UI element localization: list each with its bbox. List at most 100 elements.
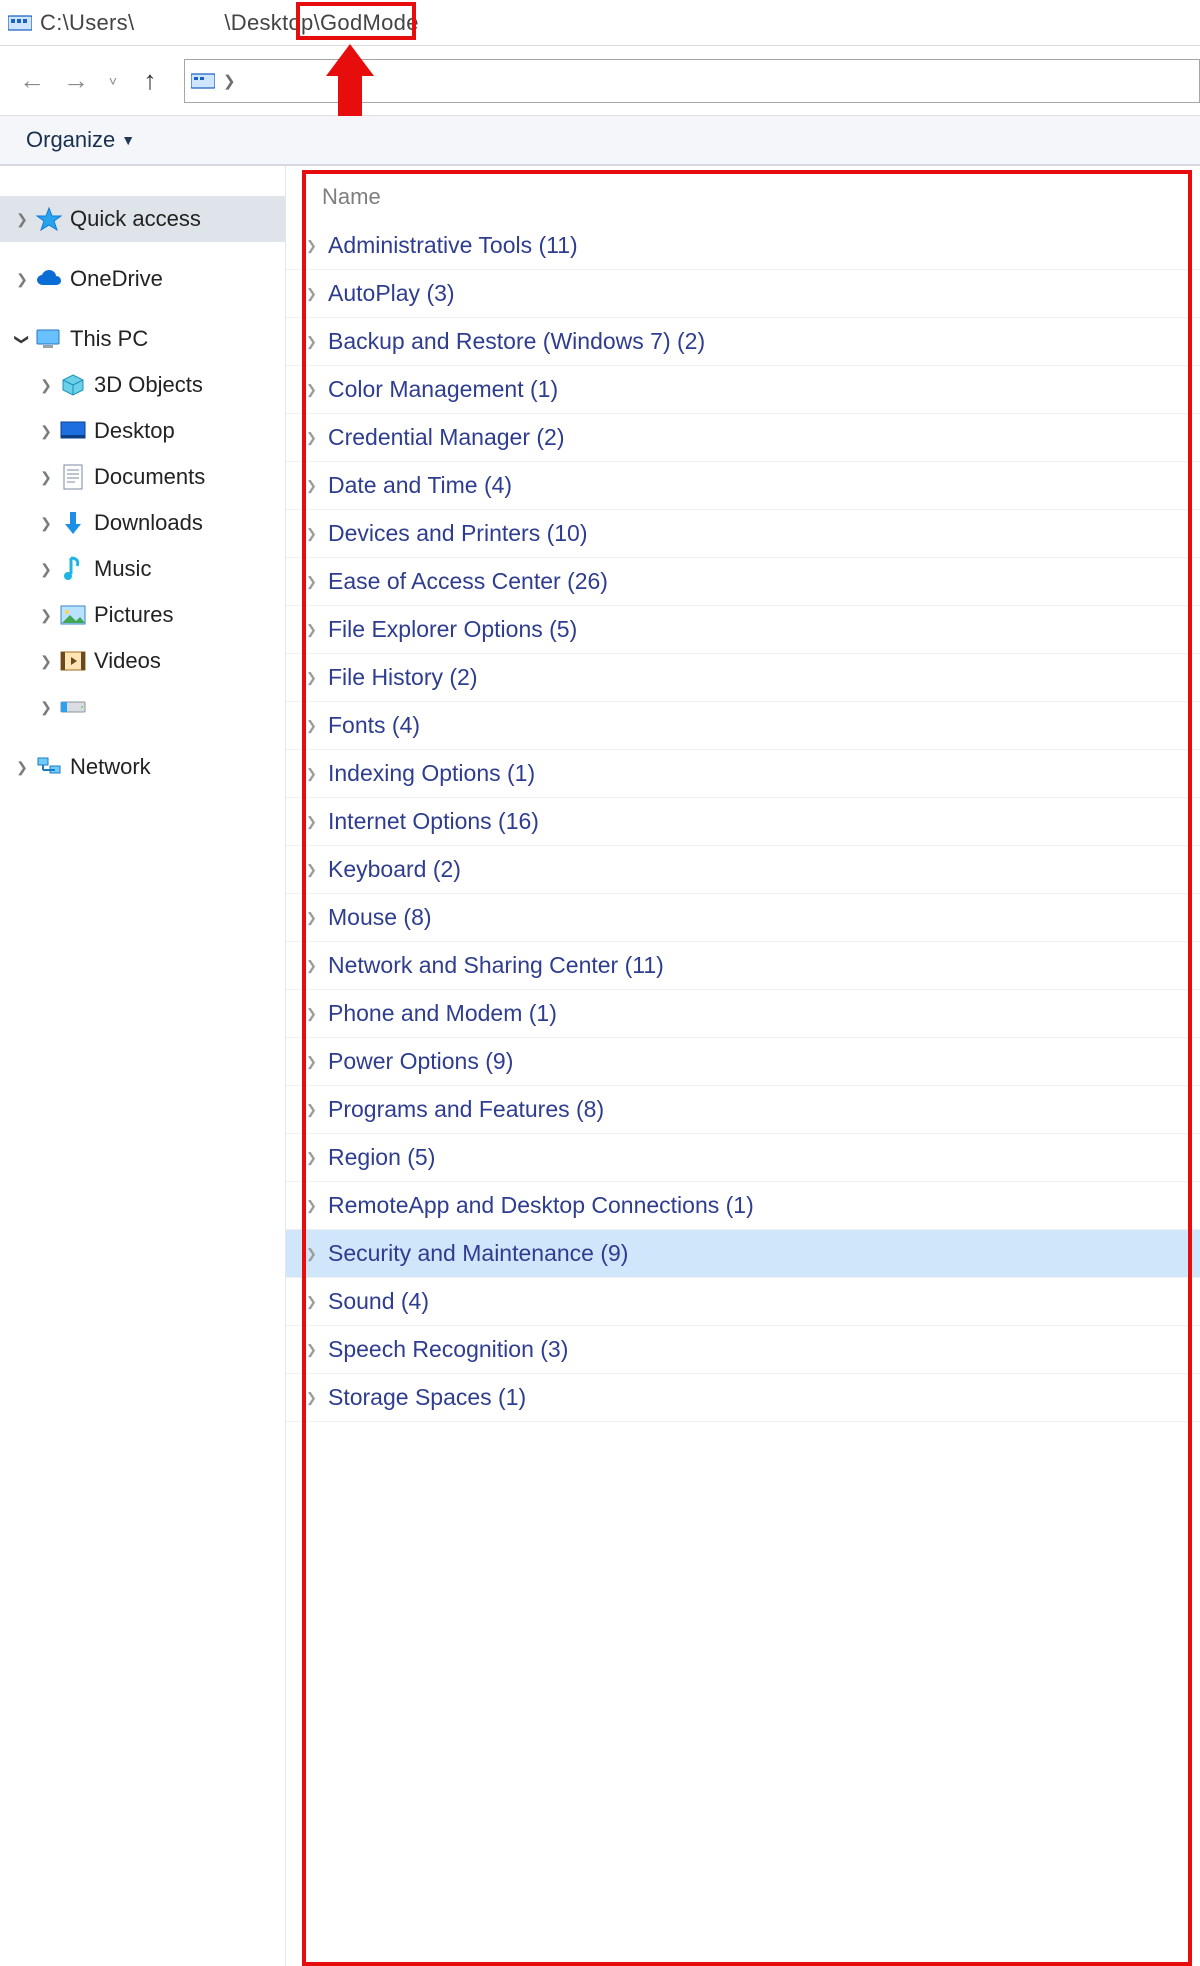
file-group-row[interactable]: ❯Power Options (9) (286, 1038, 1200, 1086)
file-group-row[interactable]: ❯Mouse (8) (286, 894, 1200, 942)
chevron-right-icon: ❯ (306, 574, 324, 590)
cube-icon (58, 372, 88, 398)
file-group-row[interactable]: ❯Programs and Features (8) (286, 1086, 1200, 1134)
chevron-right-icon: ❯ (306, 718, 324, 734)
file-group-row[interactable]: ❯Phone and Modem (1) (286, 990, 1200, 1038)
chevron-right-icon: ❯ (306, 1246, 324, 1262)
file-group-label: Devices and Printers (10) (328, 520, 588, 547)
navpane-label: Documents (94, 464, 205, 490)
file-group-label: RemoteApp and Desktop Connections (1) (328, 1192, 754, 1219)
file-list-pane: Name ❯Administrative Tools (11)❯AutoPlay… (286, 166, 1200, 1966)
pictures-icon (58, 602, 88, 628)
file-group-label: Storage Spaces (1) (328, 1384, 526, 1411)
navpane-label: OneDrive (70, 266, 163, 292)
caret-down-icon: ▼ (121, 132, 135, 148)
navpane-label: Videos (94, 648, 161, 674)
file-group-label: Network and Sharing Center (11) (328, 952, 664, 979)
chevron-right-icon: ❯ (34, 515, 58, 532)
recent-locations-button[interactable]: ˅ (98, 59, 128, 103)
file-group-row[interactable]: ❯AutoPlay (3) (286, 270, 1200, 318)
control-panel-icon (6, 12, 34, 34)
file-group-label: Sound (4) (328, 1288, 429, 1315)
chevron-right-icon: ❯ (306, 862, 324, 878)
chevron-right-icon: ❯ (306, 1342, 324, 1358)
file-group-row[interactable]: ❯Storage Spaces (1) (286, 1374, 1200, 1422)
file-group-label: Power Options (9) (328, 1048, 513, 1075)
chevron-right-icon: ❯ (34, 469, 58, 486)
chevron-right-icon: ❯ (34, 699, 58, 716)
nav-toolbar: ← → ˅ ↑ ❯ (0, 46, 1200, 116)
file-group-row[interactable]: ❯Fonts (4) (286, 702, 1200, 750)
window-path: C:\Users\\Desktop\GodMode (40, 10, 419, 36)
file-group-row[interactable]: ❯File Explorer Options (5) (286, 606, 1200, 654)
file-group-row[interactable]: ❯Sound (4) (286, 1278, 1200, 1326)
chevron-right-icon: ❯ (306, 622, 324, 638)
file-group-row[interactable]: ❯Internet Options (16) (286, 798, 1200, 846)
file-group-row[interactable]: ❯File History (2) (286, 654, 1200, 702)
column-header-name[interactable]: Name (286, 174, 1200, 222)
navpane-pictures[interactable]: ❯ Pictures (0, 592, 285, 638)
command-bar: Organize ▼ (0, 116, 1200, 166)
file-group-label: File Explorer Options (5) (328, 616, 577, 643)
pc-icon (34, 326, 64, 352)
file-group-row[interactable]: ❯Devices and Printers (10) (286, 510, 1200, 558)
address-bar[interactable]: ❯ (184, 59, 1200, 103)
chevron-right-icon: ❯ (306, 1006, 324, 1022)
chevron-right-icon: ❯ (306, 958, 324, 974)
navpane-onedrive[interactable]: ❯ OneDrive (0, 256, 285, 302)
file-group-label: Region (5) (328, 1144, 435, 1171)
file-group-row[interactable]: ❯Credential Manager (2) (286, 414, 1200, 462)
file-group-label: Phone and Modem (1) (328, 1000, 557, 1027)
chevron-right-icon: ❯ (34, 607, 58, 624)
navpane-downloads[interactable]: ❯ Downloads (0, 500, 285, 546)
file-group-row[interactable]: ❯Backup and Restore (Windows 7) (2) (286, 318, 1200, 366)
forward-button[interactable]: → (54, 59, 98, 103)
file-group-label: Fonts (4) (328, 712, 420, 739)
file-group-row[interactable]: ❯Administrative Tools (11) (286, 222, 1200, 270)
navpane-music[interactable]: ❯ Music (0, 546, 285, 592)
chevron-right-icon: ❯ (306, 766, 324, 782)
navpane-3d-objects[interactable]: ❯ 3D Objects (0, 362, 285, 408)
chevron-right-icon: ❯ (306, 334, 324, 350)
file-group-row[interactable]: ❯Indexing Options (1) (286, 750, 1200, 798)
chevron-right-icon: ❯ (306, 670, 324, 686)
chevron-right-icon: ❯ (10, 271, 34, 288)
navpane-local-disk[interactable]: ❯ (0, 684, 285, 730)
navpane-label: Music (94, 556, 151, 582)
navpane-documents[interactable]: ❯ Documents (0, 454, 285, 500)
chevron-right-icon: ❯ (34, 653, 58, 670)
control-panel-icon (191, 72, 215, 90)
file-group-row[interactable]: ❯Security and Maintenance (9) (286, 1230, 1200, 1278)
navpane-label: This PC (70, 326, 148, 352)
up-button[interactable]: ↑ (128, 59, 172, 103)
file-group-label: Mouse (8) (328, 904, 432, 931)
back-button[interactable]: ← (10, 59, 54, 103)
file-group-row[interactable]: ❯Color Management (1) (286, 366, 1200, 414)
navpane-label: Quick access (70, 206, 201, 232)
chevron-right-icon: ❯ (306, 1390, 324, 1406)
chevron-right-icon: ❯ (34, 561, 58, 578)
chevron-right-icon: ❯ (306, 1198, 324, 1214)
chevron-right-icon: ❯ (306, 430, 324, 446)
organize-menu-button[interactable]: Organize ▼ (26, 127, 135, 153)
navpane-desktop[interactable]: ❯ Desktop (0, 408, 285, 454)
file-group-row[interactable]: ❯Network and Sharing Center (11) (286, 942, 1200, 990)
navpane-videos[interactable]: ❯ Videos (0, 638, 285, 684)
navpane-quick-access[interactable]: ❯ Quick access (0, 196, 285, 242)
file-group-row[interactable]: ❯RemoteApp and Desktop Connections (1) (286, 1182, 1200, 1230)
navpane-label: 3D Objects (94, 372, 203, 398)
chevron-right-icon: ❯ (306, 814, 324, 830)
file-group-label: Indexing Options (1) (328, 760, 535, 787)
file-group-row[interactable]: ❯Ease of Access Center (26) (286, 558, 1200, 606)
navpane-label: Network (70, 754, 151, 780)
file-group-row[interactable]: ❯Region (5) (286, 1134, 1200, 1182)
chevron-right-icon: ❯ (34, 377, 58, 394)
chevron-right-icon: ❯ (306, 286, 324, 302)
file-group-row[interactable]: ❯Keyboard (2) (286, 846, 1200, 894)
navpane-this-pc[interactable]: ❯ This PC (0, 316, 285, 362)
navpane-network[interactable]: ❯ Network (0, 744, 285, 790)
chevron-right-icon: ❯ (306, 1102, 324, 1118)
file-group-row[interactable]: ❯Date and Time (4) (286, 462, 1200, 510)
file-group-row[interactable]: ❯Speech Recognition (3) (286, 1326, 1200, 1374)
chevron-right-icon: ❯ (223, 72, 236, 90)
